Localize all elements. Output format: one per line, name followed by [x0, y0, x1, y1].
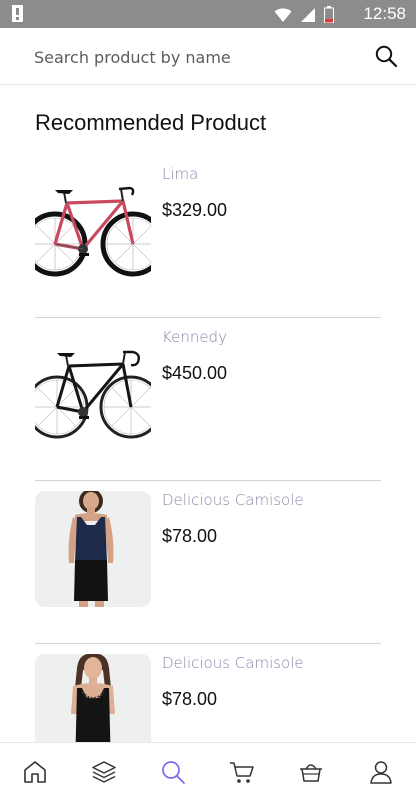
- product-image[interactable]: [35, 165, 151, 281]
- section-title: Recommended Product: [35, 110, 267, 135]
- search-icon[interactable]: [374, 44, 398, 68]
- screen: 12:58 Recommended Product: [0, 0, 416, 800]
- product-price: $78.00: [162, 526, 218, 546]
- bicycle-red-image: [35, 186, 151, 277]
- search-input[interactable]: [34, 42, 354, 72]
- battery-icon: [324, 6, 334, 23]
- search-bar: [0, 28, 416, 85]
- product-price: $329.00: [162, 200, 228, 220]
- product-name: Delicious Camisole: [162, 491, 304, 509]
- product-image[interactable]: [35, 328, 151, 444]
- product-name: Lima: [162, 165, 199, 183]
- profile-icon[interactable]: [368, 759, 394, 785]
- product-image[interactable]: [35, 491, 151, 607]
- bottom-nav: [0, 742, 416, 800]
- product-name: Kennedy: [162, 328, 227, 346]
- product-name: Delicious Camisole: [162, 654, 304, 672]
- bicycle-black-image: [35, 350, 151, 439]
- product-price: $450.00: [162, 363, 228, 383]
- camisole-navy-image: [35, 491, 151, 607]
- product-card[interactable]: Kennedy $450.00: [35, 318, 381, 481]
- home-icon[interactable]: [22, 759, 48, 785]
- cart-icon[interactable]: [229, 759, 255, 785]
- product-card[interactable]: Lima $329.00: [35, 155, 381, 318]
- wifi-icon: [274, 7, 292, 22]
- basket-icon[interactable]: [298, 759, 324, 785]
- layers-icon[interactable]: [91, 759, 117, 785]
- status-icons: [274, 6, 334, 23]
- alert-icon: [12, 5, 23, 22]
- search-icon[interactable]: [160, 759, 186, 785]
- product-price: $78.00: [162, 689, 218, 709]
- product-card[interactable]: Delicious Camisole $78.00: [35, 481, 381, 644]
- signal-icon: [301, 7, 315, 22]
- status-time: 12:58: [363, 4, 406, 23]
- status-bar: 12:58: [0, 0, 416, 28]
